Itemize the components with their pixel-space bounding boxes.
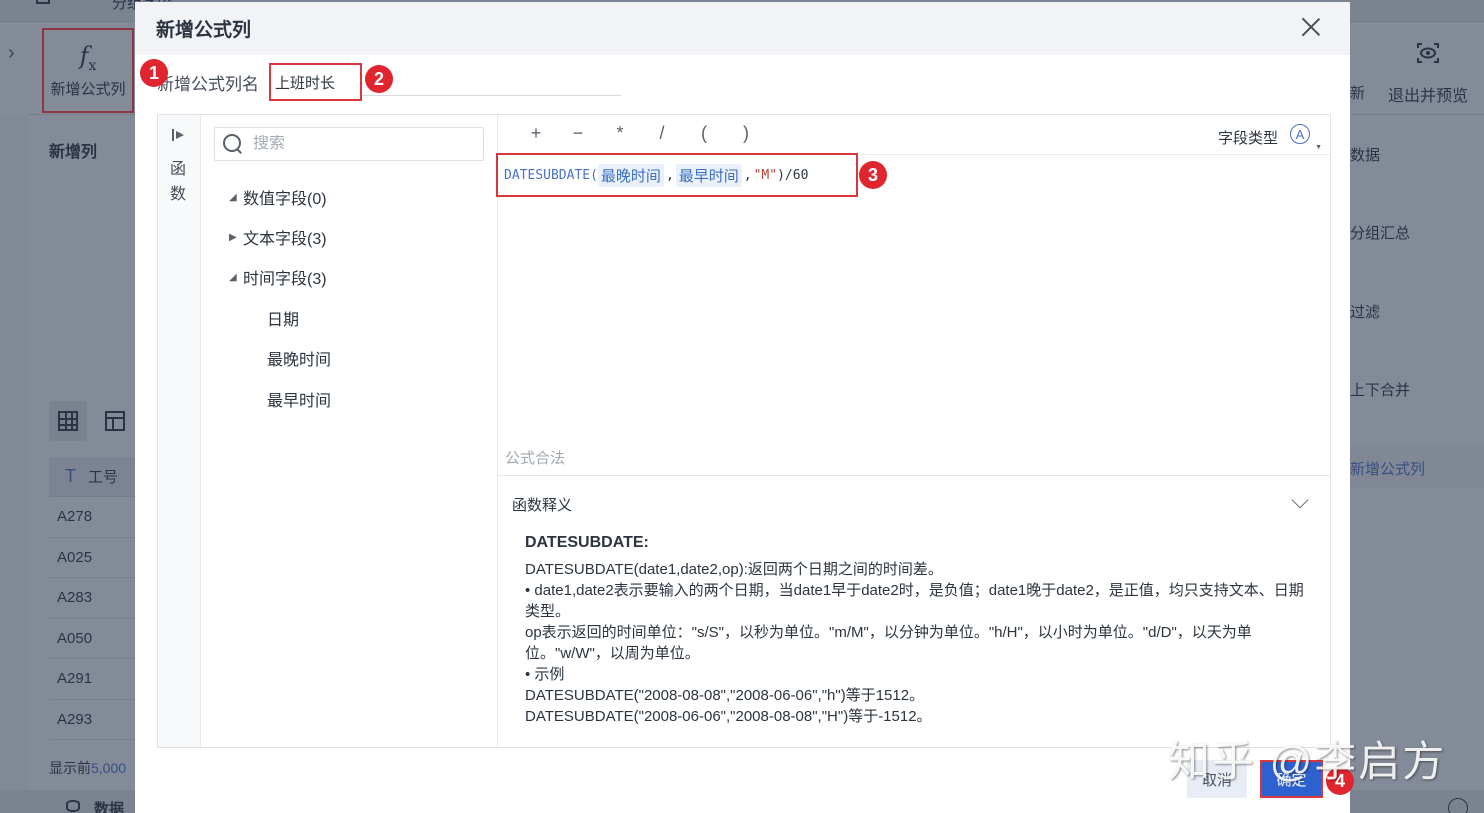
operator-divide-button[interactable]: / xyxy=(652,123,672,144)
description-line: DATESUBDATE(date1,date2,op):返回两个日期之间的时间差… xyxy=(525,561,943,578)
description-line: op表示返回的时间单位："s/S"，以秒为单位。"m/M"，以分钟为单位。"h/… xyxy=(525,624,1252,662)
function-tab[interactable]: 函数 xyxy=(158,115,201,747)
caret-expanded-icon: ◢ xyxy=(229,271,237,283)
function-description-panel: 函数释义 DATESUBDATE: DATESUBDATE(date1,date… xyxy=(498,475,1330,747)
formula-function-name: DATESUBDATE xyxy=(504,167,591,183)
annotation-badge-2: 2 xyxy=(365,65,393,93)
cancel-button[interactable]: 取消 xyxy=(1187,760,1247,798)
column-name-label: 新增公式列名 xyxy=(157,74,259,94)
field-item-latest-time[interactable]: 最晚时间 xyxy=(267,346,331,370)
description-line: • date1,date2表示要输入的两个日期，当date1早于date2时，是… xyxy=(525,582,1304,620)
formula-comma: , xyxy=(665,167,674,183)
tree-node-time-fields[interactable]: ◢ 时间字段(3) xyxy=(229,265,327,289)
field-item-date[interactable]: 日期 xyxy=(267,306,299,330)
formula-input[interactable]: DATESUBDATE(最晚时间, 最早时间, "M")/60 xyxy=(496,153,858,197)
description-line: DATESUBDATE("2008-06-06","2008-08-08","H… xyxy=(525,708,932,725)
field-search-input[interactable] xyxy=(253,135,473,153)
operator-plus-button[interactable]: + xyxy=(526,123,546,144)
field-type-label: 字段类型 xyxy=(1217,130,1278,147)
operator-open-paren-button[interactable]: ( xyxy=(694,123,714,144)
field-type-text-icon[interactable]: A xyxy=(1290,124,1310,144)
formula-field-token[interactable]: 最晚时间 xyxy=(597,163,664,187)
formula-open-paren: ( xyxy=(590,167,598,183)
tree-node-label: 文本字段(3) xyxy=(243,231,327,248)
field-search-box[interactable] xyxy=(214,127,484,161)
description-line: • 示例 xyxy=(525,666,565,683)
formula-comma: , xyxy=(743,167,752,183)
annotation-badge-3: 3 xyxy=(859,161,887,189)
dropdown-caret-icon[interactable]: ▼ xyxy=(1315,144,1322,151)
annotation-badge-1: 1 xyxy=(140,59,168,87)
formula-area: + − * / ( ) 字段类型 A ▼ DATESUBDATE(最晚时间, 最早… xyxy=(496,115,1330,747)
function-tab-label: 函数 xyxy=(170,161,187,203)
function-description-body: DATESUBDATE: DATESUBDATE(date1,date2,op)… xyxy=(525,532,1315,727)
tree-node-numeric-fields[interactable]: ◢ 数值字段(0) xyxy=(229,185,327,209)
chevron-down-icon[interactable] xyxy=(1291,491,1309,509)
formula-field-token[interactable]: 最早时间 xyxy=(675,163,742,187)
operator-multiply-button[interactable]: * xyxy=(610,123,630,144)
search-icon xyxy=(223,134,243,154)
formula-validity-status: 公式合法 xyxy=(505,450,566,467)
function-description-title: 函数释义 xyxy=(512,497,573,514)
tree-node-label: 时间字段(3) xyxy=(243,271,327,288)
formula-tail: )/60 xyxy=(777,167,809,183)
operator-bar: + − * / ( ) 字段类型 A ▼ xyxy=(498,115,1330,155)
formula-editor: 函数 ◢ 数值字段(0) ▶ 文本字段(3) ◢ 时间字段(3) xyxy=(157,114,1331,748)
dialog-title: 新增公式列 xyxy=(156,20,252,41)
caret-collapsed-icon: ▶ xyxy=(229,231,237,243)
confirm-button[interactable]: 确定 xyxy=(1260,760,1323,798)
tree-node-label: 数值字段(0) xyxy=(243,191,327,208)
operator-minus-button[interactable]: − xyxy=(568,123,588,144)
column-name-input[interactable] xyxy=(269,63,362,101)
operator-close-paren-button[interactable]: ) xyxy=(736,123,756,144)
add-formula-column-dialog: 新增公式列 新增公式列名 函数 ◢ 数值字段(0) xyxy=(135,2,1350,813)
column-name-underline xyxy=(269,63,621,101)
formula-string-arg: "M" xyxy=(753,167,778,183)
field-item-earliest-time[interactable]: 最早时间 xyxy=(267,387,331,411)
description-line: DATESUBDATE("2008-08-08","2008-06-06","h… xyxy=(525,687,925,704)
column-name-row: 新增公式列名 xyxy=(157,63,621,101)
field-panel: ◢ 数值字段(0) ▶ 文本字段(3) ◢ 时间字段(3) 日期 最晚时间 最早… xyxy=(201,115,498,747)
function-description-heading: DATESUBDATE: xyxy=(525,534,649,551)
close-icon[interactable] xyxy=(1300,16,1322,38)
expand-functions-icon[interactable] xyxy=(172,129,186,141)
dialog-header: 新增公式列 xyxy=(135,2,1350,55)
annotation-badge-4: 4 xyxy=(1326,767,1354,795)
tree-node-text-fields[interactable]: ▶ 文本字段(3) xyxy=(229,225,327,249)
caret-expanded-icon: ◢ xyxy=(229,191,237,203)
